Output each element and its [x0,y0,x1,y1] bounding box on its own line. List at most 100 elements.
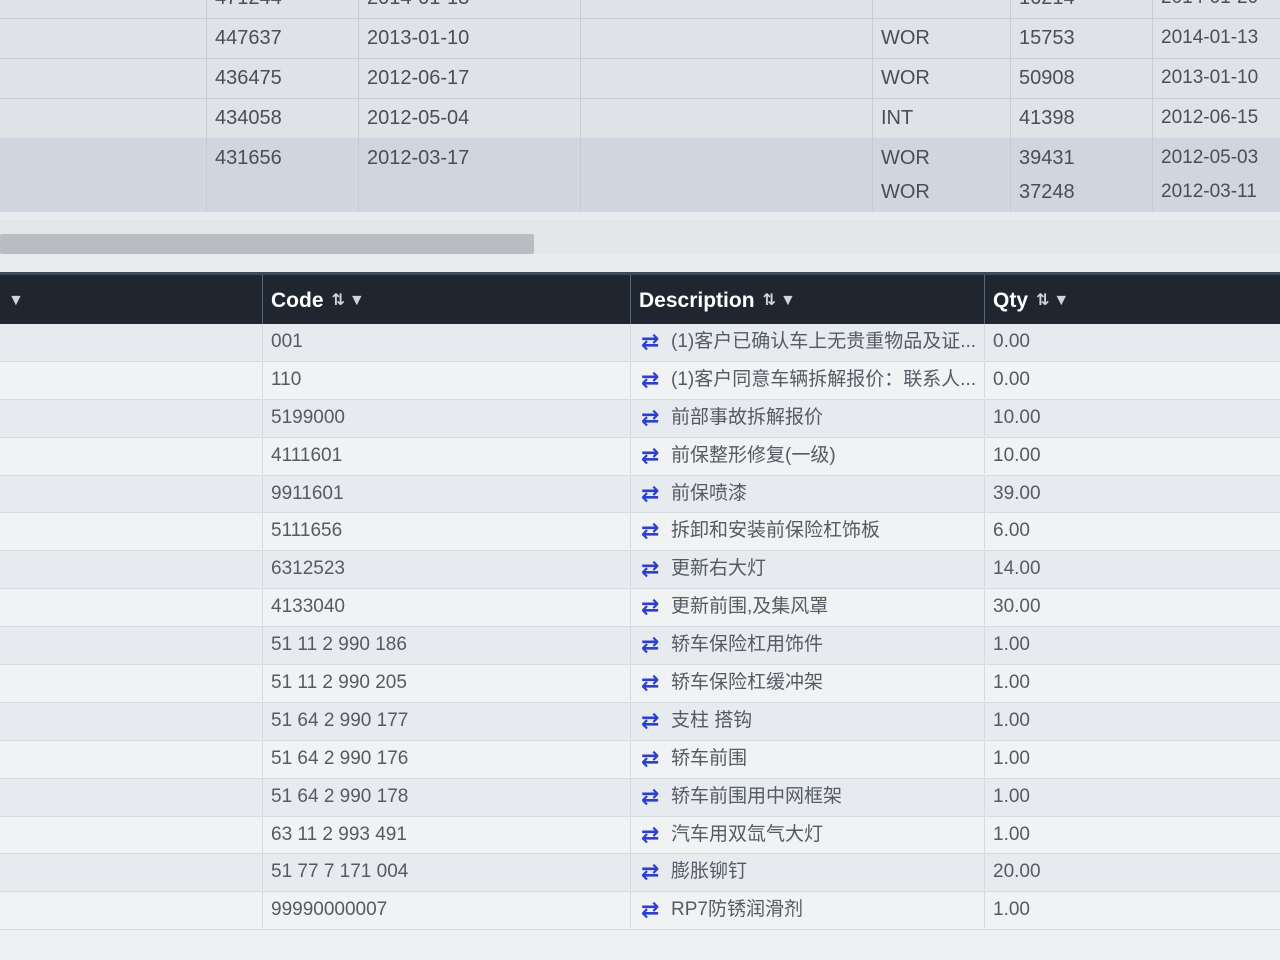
filter-icon[interactable]: ▼ [8,275,24,327]
column-label: Qty [993,289,1029,312]
row-blank [0,703,262,739]
row-blank [0,400,262,436]
item-description: ⇄ 汽车用双氙气大灯 [630,816,984,853]
sort-icon[interactable]: ⇅ [332,275,345,327]
table-row[interactable]: 99990000007 ⇄ RP7防锈润滑剂 1.00 [0,892,1280,931]
row-blank [0,779,262,815]
item-qty: 1.00 [984,740,1280,777]
item-qty: 1.00 [984,627,1280,664]
order-date: 2012-05-04 [358,98,580,138]
table-row[interactable]: 001 ⇄ (1)客户已确认车上无贵重物品及证... 0.00 [0,324,1280,362]
item-qty: 1.00 [984,665,1280,702]
table-row[interactable]: 6312523 ⇄ 更新右大灯 14.00 [0,551,1280,590]
column-header-code[interactable]: Code ⇅ ▼ [262,275,630,327]
scrollbar-thumb[interactable] [0,234,534,254]
swap-arrows-icon[interactable]: ⇄ [641,362,667,398]
order-date: 2012-06-17 [358,58,580,98]
description-text: 更新前围,及集风罩 [671,596,829,618]
description-text: 拆卸和安装前保险杠饰板 [671,520,881,542]
swap-arrows-icon[interactable]: ⇄ [641,627,667,663]
order-mileage: 16214 [1010,0,1152,18]
table-row[interactable]: 471244 2014-01-13 16214 2014-01-20 [0,0,1280,19]
order-blank [580,18,872,58]
filter-icon[interactable]: ▼ [780,275,796,327]
row-blank [0,513,262,549]
item-qty: 1.00 [984,702,1280,739]
order-blank [580,98,872,138]
order-date [358,172,580,212]
table-row[interactable]: 51 77 7 171 004 ⇄ 膨胀铆钉 20.00 [0,854,1280,893]
table-row[interactable]: 51 11 2 990 186 ⇄ 轿车保险杠用饰件 1.00 [0,627,1280,666]
table-row[interactable]: 436475 2012-06-17 WOR 50908 2013-01-10 [0,58,1280,99]
table-row[interactable]: 4111601 ⇄ 前保整形修复(一级) 10.00 [0,437,1280,476]
order-number: 436475 [206,58,358,98]
filter-icon[interactable]: ▼ [349,275,365,327]
table-header: ▼ Code ⇅ ▼ Description ⇅ ▼ Qty ⇅ ▼ [0,272,1280,327]
table-row[interactable]: WOR 37248 2012-03-11 [0,172,1280,212]
table-row[interactable]: 51 64 2 990 176 ⇄ 轿车前围 1.00 [0,740,1280,779]
table-row[interactable]: 110 ⇄ (1)客户同意车辆拆解报价：联系人... 0.00 [0,361,1280,400]
description-text: 汽车用双氙气大灯 [671,823,824,845]
swap-arrows-icon[interactable]: ⇄ [641,892,667,928]
swap-arrows-icon[interactable]: ⇄ [641,779,667,815]
table-row[interactable]: 63 11 2 993 491 ⇄ 汽车用双氙气大灯 1.00 [0,816,1280,855]
swap-arrows-icon[interactable]: ⇄ [641,665,667,701]
swap-arrows-icon[interactable]: ⇄ [641,854,667,890]
table-row[interactable]: 4133040 ⇄ 更新前围,及集风罩 30.00 [0,589,1280,628]
filter-icon[interactable]: ▼ [1053,275,1069,327]
column-header-first[interactable]: ▼ [0,275,262,327]
sort-icon[interactable]: ⇅ [763,275,776,327]
sort-icon[interactable]: ⇅ [1036,275,1049,327]
swap-arrows-icon[interactable]: ⇄ [641,551,667,587]
row-blank [0,817,262,853]
item-code: 5199000 [262,399,630,436]
description-text: 轿车前围 [671,747,748,769]
table-row[interactable]: 447637 2013-01-10 WOR 15753 2014-01-13 [0,18,1280,59]
swap-arrows-icon[interactable]: ⇄ [641,476,667,512]
swap-arrows-icon[interactable]: ⇄ [641,817,667,853]
table-row[interactable]: 51 11 2 990 205 ⇄ 轿车保险杠缓冲架 1.00 [0,665,1280,703]
order-number [206,172,358,212]
description-text: (1)客户已确认车上无贵重物品及证... [671,331,977,352]
description-text: 轿车保险杠用饰件 [671,634,824,656]
item-qty: 14.00 [984,551,1280,588]
item-description: ⇄ 更新右大灯 [630,551,984,588]
row-blank [0,476,262,512]
swap-arrows-icon[interactable]: ⇄ [641,741,667,777]
swap-arrows-icon[interactable]: ⇄ [641,589,667,625]
item-qty: 10.00 [984,437,1280,474]
description-text: 支柱 搭钩 [671,709,753,731]
table-row[interactable]: 9911601 ⇄ 前保喷漆 39.00 [0,475,1280,514]
table-row[interactable]: 5111656 ⇄ 拆卸和安装前保险杠饰板 6.00 [0,513,1280,552]
item-description: ⇄ 前部事故拆解报价 [630,399,984,436]
order-type: INT [872,98,1010,138]
item-description: ⇄ 轿车前围用中网框架 [630,778,984,815]
item-code: 4133040 [262,589,630,626]
table-row[interactable]: 51 64 2 990 177 ⇄ 支柱 搭钩 1.00 [0,702,1280,741]
row-blank [0,741,262,777]
table-row[interactable]: 434058 2012-05-04 INT 41398 2012-06-15 [0,98,1280,139]
swap-arrows-icon[interactable]: ⇄ [641,400,667,436]
order-type: WOR [872,18,1010,58]
order-number: 471244 [206,0,358,18]
order-number: 434058 [206,98,358,138]
swap-arrows-icon[interactable]: ⇄ [641,438,667,474]
order-type: WOR [872,58,1010,98]
swap-arrows-icon[interactable]: ⇄ [641,513,667,549]
swap-arrows-icon[interactable]: ⇄ [641,703,667,739]
item-qty: 1.00 [984,892,1280,929]
description-text: 前部事故拆解报价 [671,406,824,428]
table-row[interactable]: 5199000 ⇄ 前部事故拆解报价 10.00 [0,399,1280,438]
item-code: 6312523 [262,551,630,588]
description-text: 更新右大灯 [671,558,767,580]
row-blank [0,551,262,587]
column-header-description[interactable]: Description ⇅ ▼ [630,275,984,327]
item-code: 63 11 2 993 491 [262,816,630,853]
swap-arrows-icon[interactable]: ⇄ [641,324,667,360]
order-date2: 2012-03-11 [1152,172,1280,212]
description-text: 前保喷漆 [671,482,748,504]
table-row[interactable]: 51 64 2 990 178 ⇄ 轿车前围用中网框架 1.00 [0,778,1280,817]
item-code: 51 11 2 990 186 [262,627,630,664]
column-header-qty[interactable]: Qty ⇅ ▼ [984,275,1280,327]
item-description: ⇄ 更新前围,及集风罩 [630,589,984,626]
